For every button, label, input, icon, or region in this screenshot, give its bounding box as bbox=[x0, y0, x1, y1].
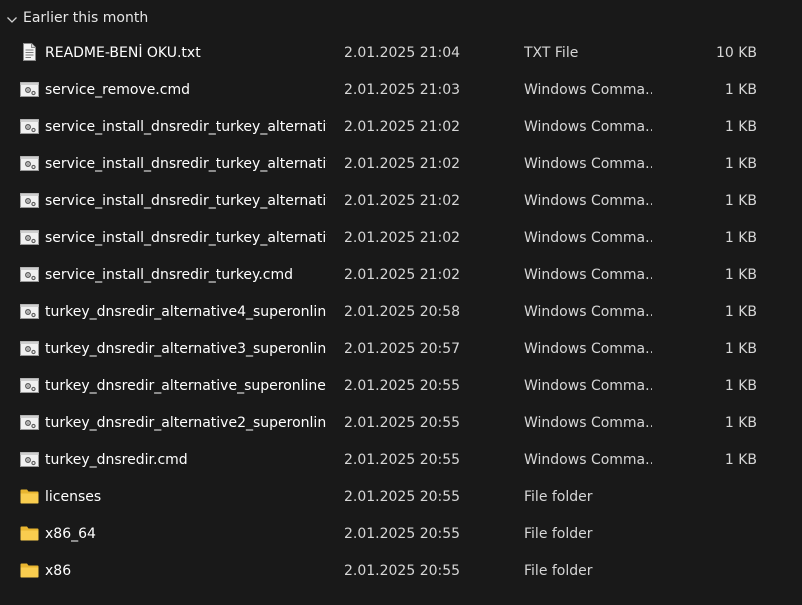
file-row[interactable]: turkey_dnsredir_alternative3_superonline… bbox=[0, 330, 802, 367]
file-name: README-BENİ OKU.txt bbox=[45, 45, 201, 61]
file-type: Windows Comma... bbox=[524, 82, 652, 98]
folder-icon bbox=[20, 561, 39, 579]
file-name: turkey_dnsredir_alternative3_superonline… bbox=[45, 341, 327, 357]
file-size: 1 KB bbox=[724, 156, 757, 172]
file-name: x86_64 bbox=[45, 526, 96, 542]
file-size: 1 KB bbox=[724, 267, 757, 283]
file-size: 1 KB bbox=[724, 341, 757, 357]
file-date-modified: 2.01.2025 21:02 bbox=[344, 230, 461, 246]
file-type: Windows Comma... bbox=[524, 267, 652, 283]
file-date-modified: 2.01.2025 20:55 bbox=[344, 526, 461, 542]
file-name: service_install_dnsredir_turkey_alternat… bbox=[45, 156, 327, 172]
file-type: File folder bbox=[524, 563, 593, 579]
cmd-file-icon bbox=[20, 339, 39, 357]
file-name: turkey_dnsredir_alternative4_superonline… bbox=[45, 304, 327, 320]
file-date-modified: 2.01.2025 21:02 bbox=[344, 119, 461, 135]
file-list: README-BENİ OKU.txt 2.01.2025 21:04 TXT Fi… bbox=[0, 34, 802, 589]
file-type: Windows Comma... bbox=[524, 378, 652, 394]
file-name: service_install_dnsredir_turkey_alternat… bbox=[45, 119, 327, 135]
file-date-modified: 2.01.2025 21:02 bbox=[344, 193, 461, 209]
file-date-modified: 2.01.2025 21:04 bbox=[344, 45, 461, 61]
file-row[interactable]: service_install_dnsredir_turkey_alternat… bbox=[0, 219, 802, 256]
file-size: 1 KB bbox=[724, 82, 757, 98]
file-name: service_install_dnsredir_turkey.cmd bbox=[45, 267, 294, 283]
file-date-modified: 2.01.2025 20:55 bbox=[344, 415, 461, 431]
file-name: service_remove.cmd bbox=[45, 82, 190, 98]
file-row[interactable]: service_install_dnsredir_turkey_alternat… bbox=[0, 145, 802, 182]
file-name: x86 bbox=[45, 563, 72, 579]
file-type: Windows Comma... bbox=[524, 193, 652, 209]
file-size: 1 KB bbox=[724, 304, 757, 320]
file-row[interactable]: turkey_dnsredir_alternative4_superonline… bbox=[0, 293, 802, 330]
folder-icon bbox=[20, 524, 39, 542]
chevron-down-icon[interactable] bbox=[6, 14, 18, 26]
file-type: Windows Comma... bbox=[524, 304, 652, 320]
file-row[interactable]: x86 2.01.2025 20:55 File folder bbox=[0, 552, 802, 589]
file-name: turkey_dnsredir_alternative2_superonline… bbox=[45, 415, 327, 431]
file-type: File folder bbox=[524, 489, 593, 505]
file-type: File folder bbox=[524, 526, 593, 542]
file-row[interactable]: service_remove.cmd 2.01.2025 21:03 Windows… bbox=[0, 71, 802, 108]
file-name: service_install_dnsredir_turkey_alternat… bbox=[45, 230, 327, 246]
file-date-modified: 2.01.2025 20:57 bbox=[344, 341, 461, 357]
cmd-file-icon bbox=[20, 117, 39, 135]
text-file-icon bbox=[20, 43, 39, 61]
file-name: turkey_dnsredir.cmd bbox=[45, 452, 188, 468]
cmd-file-icon bbox=[20, 450, 39, 468]
file-date-modified: 2.01.2025 20:58 bbox=[344, 304, 461, 320]
file-date-modified: 2.01.2025 20:55 bbox=[344, 452, 461, 468]
cmd-file-icon bbox=[20, 191, 39, 209]
file-name: service_install_dnsredir_turkey_alternat… bbox=[45, 193, 327, 209]
cmd-file-icon bbox=[20, 376, 39, 394]
file-date-modified: 2.01.2025 20:55 bbox=[344, 489, 461, 505]
cmd-file-icon bbox=[20, 302, 39, 320]
file-row[interactable]: service_install_dnsredir_turkey.cmd 2.01.… bbox=[0, 256, 802, 293]
folder-icon bbox=[20, 487, 39, 505]
cmd-file-icon bbox=[20, 265, 39, 283]
cmd-file-icon bbox=[20, 154, 39, 172]
group-title: Earlier this month bbox=[23, 10, 149, 26]
file-row[interactable]: x86_64 2.01.2025 20:55 File folder bbox=[0, 515, 802, 552]
file-size: 1 KB bbox=[724, 193, 757, 209]
file-type: Windows Comma... bbox=[524, 230, 652, 246]
file-size: 1 KB bbox=[724, 230, 757, 246]
file-size: 1 KB bbox=[724, 415, 757, 431]
file-row[interactable]: service_install_dnsredir_turkey_alternat… bbox=[0, 108, 802, 145]
file-date-modified: 2.01.2025 21:03 bbox=[344, 82, 461, 98]
file-size: 1 KB bbox=[724, 452, 757, 468]
file-size: 10 KB bbox=[715, 45, 757, 61]
file-name: turkey_dnsredir_alternative_superonline.… bbox=[45, 378, 327, 394]
file-date-modified: 2.01.2025 21:02 bbox=[344, 267, 461, 283]
file-size: 1 KB bbox=[724, 378, 757, 394]
file-type: Windows Comma... bbox=[524, 156, 652, 172]
file-row[interactable]: README-BENİ OKU.txt 2.01.2025 21:04 TXT Fi… bbox=[0, 34, 802, 71]
file-name: licenses bbox=[45, 489, 102, 505]
file-size: 1 KB bbox=[724, 119, 757, 135]
cmd-file-icon bbox=[20, 228, 39, 246]
file-date-modified: 2.01.2025 20:55 bbox=[344, 378, 461, 394]
file-type: TXT File bbox=[524, 45, 579, 61]
file-row[interactable]: turkey_dnsredir_alternative_superonline.… bbox=[0, 367, 802, 404]
cmd-file-icon bbox=[20, 413, 39, 431]
file-type: Windows Comma... bbox=[524, 341, 652, 357]
file-date-modified: 2.01.2025 21:02 bbox=[344, 156, 461, 172]
file-row[interactable]: service_install_dnsredir_turkey_alternat… bbox=[0, 182, 802, 219]
file-type: Windows Comma... bbox=[524, 415, 652, 431]
file-date-modified: 2.01.2025 20:55 bbox=[344, 563, 461, 579]
file-row[interactable]: licenses 2.01.2025 20:55 File folder bbox=[0, 478, 802, 515]
file-row[interactable]: turkey_dnsredir.cmd 2.01.2025 20:55 Window… bbox=[0, 441, 802, 478]
file-row[interactable]: turkey_dnsredir_alternative2_superonline… bbox=[0, 404, 802, 441]
file-type: Windows Comma... bbox=[524, 452, 652, 468]
cmd-file-icon bbox=[20, 80, 39, 98]
file-type: Windows Comma... bbox=[524, 119, 652, 135]
